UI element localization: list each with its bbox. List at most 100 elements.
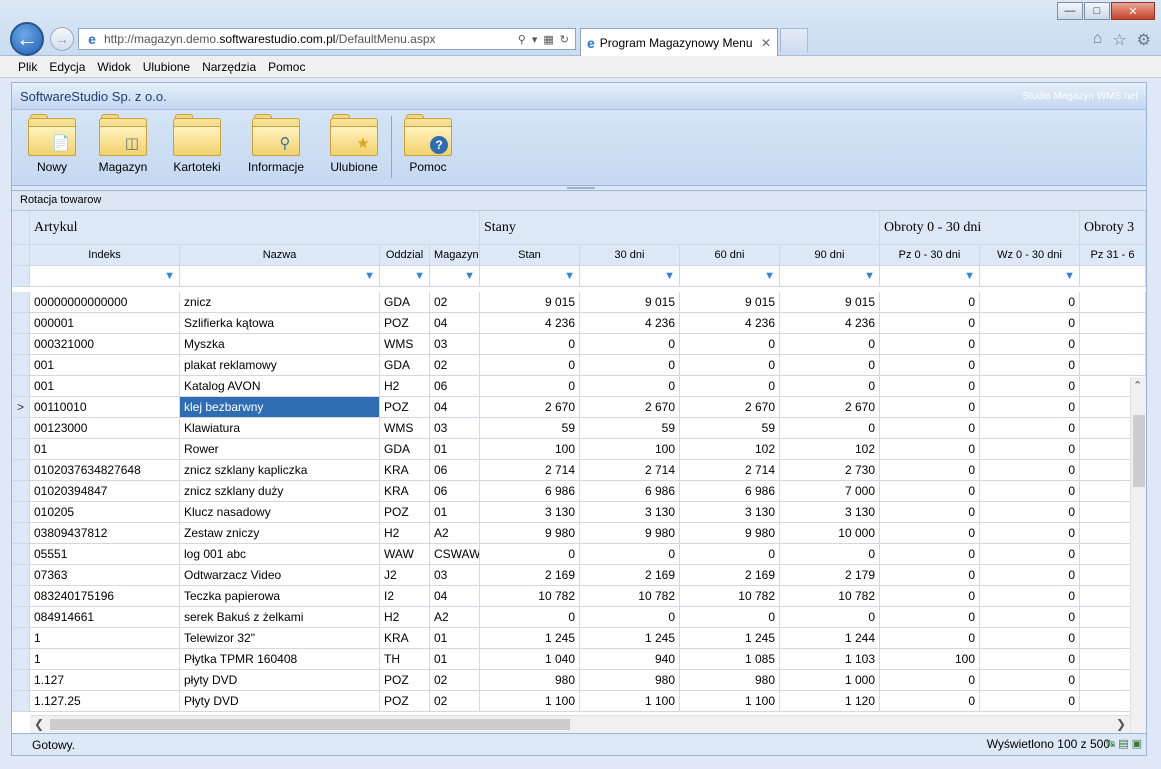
filter-90-dni[interactable]: ▼ [780,266,880,287]
cell-oddzial[interactable]: POZ [380,670,430,691]
table-row[interactable]: 010205 Klucz nasadowy POZ 01 3 130 3 130 3 130… [12,502,1146,523]
cell-nazwa[interactable]: serek Bakuś z żelkami [180,607,380,628]
cell-stan[interactable]: 1 245 [480,628,580,649]
cell-pz-0-30[interactable]: 0 [880,523,980,544]
cell-nazwa[interactable]: Katalog AVON [180,376,380,397]
cell-oddzial[interactable]: WMS [380,334,430,355]
cell-60-dni[interactable]: 4 236 [680,313,780,334]
cell-oddzial[interactable]: GDA [380,292,430,313]
table-row[interactable]: 0102037634827648 znicz szklany kapliczka K… [12,460,1146,481]
cell-wz-0-30[interactable]: 0 [980,355,1080,376]
cell-90-dni[interactable]: 2 730 [780,460,880,481]
cell-pz-31-6[interactable] [1080,292,1146,313]
cell-30-dni[interactable]: 3 130 [580,502,680,523]
row-indicator[interactable] [12,670,30,691]
cell-pz-31-6[interactable] [1080,334,1146,355]
cell-60-dni[interactable]: 59 [680,418,780,439]
cell-oddzial[interactable]: H2 [380,376,430,397]
table-row[interactable]: 1 Płytka TPMR 160408 TH 01 1 040 940 1 085 1 10… [12,649,1146,670]
table-row[interactable]: 1.127.25 Płyty DVD POZ 02 1 100 1 100 1 100 1 1… [12,691,1146,712]
cell-oddzial[interactable]: WMS [380,418,430,439]
cell-magazyn[interactable]: 04 [430,586,480,607]
column-header-90-dni[interactable]: 90 dni [780,245,880,266]
cell-30-dni[interactable]: 9 980 [580,523,680,544]
cell-indeks[interactable]: 01020394847 [30,481,180,502]
cell-30-dni[interactable]: 9 015 [580,292,680,313]
cell-90-dni[interactable]: 0 [780,418,880,439]
row-indicator[interactable]: > [12,397,30,418]
cell-30-dni[interactable]: 2 670 [580,397,680,418]
menu-plik[interactable]: Plik [12,60,43,74]
row-indicator[interactable] [12,334,30,355]
cell-60-dni[interactable]: 980 [680,670,780,691]
cell-60-dni[interactable]: 2 714 [680,460,780,481]
menu-edycja[interactable]: Edycja [43,60,91,74]
cell-stan[interactable]: 0 [480,607,580,628]
cell-wz-0-30[interactable]: 0 [980,292,1080,313]
filter-60-dni[interactable]: ▼ [680,266,780,287]
cell-30-dni[interactable]: 0 [580,355,680,376]
cell-oddzial[interactable]: H2 [380,523,430,544]
column-header-stan[interactable]: Stan [480,245,580,266]
forward-button[interactable]: → [50,27,74,51]
cell-nazwa[interactable]: Płytka TPMR 160408 [180,649,380,670]
export-icon[interactable]: ▤ [1118,737,1128,750]
column-header-indeks[interactable]: Indeks [30,245,180,266]
cell-30-dni[interactable]: 6 986 [580,481,680,502]
cell-stan[interactable]: 100 [480,439,580,460]
cell-stan[interactable]: 59 [480,418,580,439]
table-row[interactable]: >00110010 klej bezbarwny POZ 04 2 670 2 670 2 … [12,397,1146,418]
cell-nazwa[interactable]: Klucz nasadowy [180,502,380,523]
cell-90-dni[interactable]: 2 179 [780,565,880,586]
row-indicator[interactable] [12,649,30,670]
favorites-star-icon[interactable]: ☆ [1112,30,1126,50]
table-row[interactable]: 000321000 Myszka WMS 03 0 0 0 0 0 0 [12,334,1146,355]
cell-wz-0-30[interactable]: 0 [980,649,1080,670]
cell-oddzial[interactable]: KRA [380,460,430,481]
row-indicator[interactable] [12,607,30,628]
cell-magazyn[interactable]: A2 [430,523,480,544]
cell-oddzial[interactable]: WAW [380,544,430,565]
cell-pz-31-6[interactable] [1080,355,1146,376]
cell-wz-0-30[interactable]: 0 [980,418,1080,439]
cell-90-dni[interactable]: 0 [780,355,880,376]
column-header-nazwa[interactable]: Nazwa [180,245,380,266]
cell-nazwa[interactable]: Szlifierka kątowa [180,313,380,334]
column-header-pz-31-6[interactable]: Pz 31 - 6 [1080,245,1146,266]
cell-pz-31-6[interactable] [1080,313,1146,334]
cell-nazwa[interactable]: Zestaw zniczy [180,523,380,544]
cell-indeks[interactable]: 000321000 [30,334,180,355]
cell-60-dni[interactable]: 0 [680,334,780,355]
cell-60-dni[interactable]: 2 670 [680,397,780,418]
table-row[interactable]: 05551 log 001 abc WAW CSWAW 0 0 0 0 0 0 [12,544,1146,565]
cell-pz-0-30[interactable]: 0 [880,376,980,397]
cell-magazyn[interactable]: 03 [430,334,480,355]
cell-oddzial[interactable]: POZ [380,397,430,418]
cell-90-dni[interactable]: 1 120 [780,691,880,712]
cell-oddzial[interactable]: J2 [380,565,430,586]
cell-oddzial[interactable]: I2 [380,586,430,607]
cell-oddzial[interactable]: POZ [380,691,430,712]
column-header-60-dni[interactable]: 60 dni [680,245,780,266]
cell-magazyn[interactable]: 03 [430,418,480,439]
cell-stan[interactable]: 0 [480,334,580,355]
row-indicator[interactable] [12,439,30,460]
filter-funnel-icon[interactable]: ▼ [564,270,575,282]
table-row[interactable]: 001 Katalog AVON H2 06 0 0 0 0 0 0 [12,376,1146,397]
cell-stan[interactable]: 0 [480,376,580,397]
cell-wz-0-30[interactable]: 0 [980,460,1080,481]
browser-tab[interactable]: e Program Magazynowy Menu ✕ [580,28,778,56]
table-row[interactable]: 00000000000000 znicz GDA 02 9 015 9 015 9 015 9… [12,292,1146,313]
cell-indeks[interactable]: 084914661 [30,607,180,628]
table-row[interactable]: 01020394847 znicz szklany duży KRA 06 6 986 6… [12,481,1146,502]
cell-indeks[interactable]: 00110010 [30,397,180,418]
vertical-scrollbar[interactable]: ⌃ ⌄ [1130,377,1146,733]
minimize-button[interactable]: — [1057,2,1083,20]
cell-pz-0-30[interactable]: 0 [880,586,980,607]
home-icon[interactable]: ⌂ [1093,30,1103,50]
cell-90-dni[interactable]: 10 000 [780,523,880,544]
table-row[interactable]: 00123000 Klawiatura WMS 03 59 59 59 0 0 0 [12,418,1146,439]
cell-pz-0-30[interactable]: 0 [880,397,980,418]
cell-pz-0-30[interactable]: 0 [880,544,980,565]
cell-oddzial[interactable]: GDA [380,439,430,460]
